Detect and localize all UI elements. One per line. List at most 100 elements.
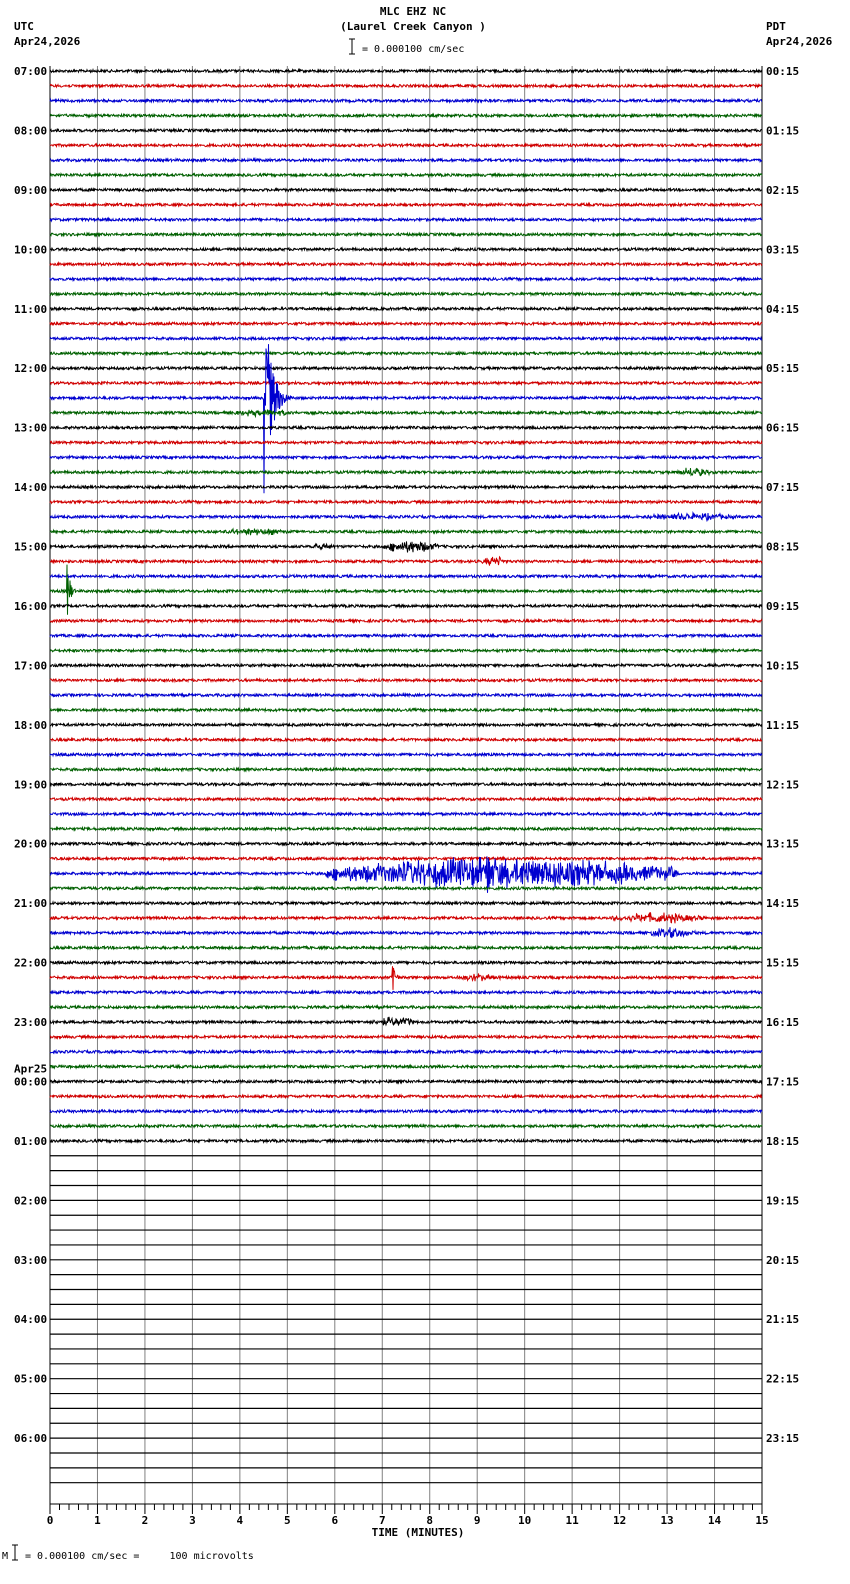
utc-label: 15:00 (14, 541, 47, 554)
trace-13 (49, 260, 763, 268)
x-tick-label: 0 (47, 1514, 54, 1527)
trace-36 (49, 602, 763, 610)
trace-11 (49, 231, 763, 238)
trace-5 (49, 142, 763, 149)
pdt-label: 03:15 (766, 243, 799, 256)
x-tick-label: 9 (474, 1514, 481, 1527)
utc-label: 02:00 (14, 1194, 47, 1207)
trace-6 (49, 156, 763, 164)
pdt-label: 20:15 (766, 1254, 799, 1267)
trace-61 (49, 966, 763, 990)
trace-7 (49, 171, 763, 179)
trace-24 (50, 424, 763, 431)
pdt-label: 14:15 (766, 897, 799, 910)
x-tick-label: 11 (566, 1514, 580, 1527)
utc-label: 01:00 (14, 1135, 47, 1148)
trace-69 (49, 1093, 763, 1100)
utc-date-label: Apr25 (14, 1062, 47, 1075)
utc-label: 00:00 (14, 1075, 47, 1088)
trace-67 (49, 1063, 762, 1070)
x-tick-label: 6 (331, 1514, 338, 1527)
utc-label: 04:00 (14, 1313, 47, 1326)
trace-43 (49, 706, 763, 714)
utc-label: 22:00 (14, 957, 47, 970)
trace-42 (49, 691, 763, 699)
trace-65 (49, 1033, 763, 1041)
trace-38 (49, 632, 763, 639)
right-date: Apr24,2026 (766, 35, 833, 48)
utc-label: 23:00 (14, 1016, 47, 1029)
scale-label: = 0.000100 cm/sec (362, 44, 464, 55)
left-timezone: UTC (14, 20, 34, 33)
utc-label: 21:00 (14, 897, 47, 910)
trace-33 (49, 555, 763, 566)
trace-47 (49, 766, 763, 773)
utc-label: 19:00 (14, 778, 47, 791)
pdt-label: 15:15 (766, 957, 799, 970)
trace-21 (49, 379, 763, 387)
trace-49 (49, 795, 763, 803)
trace-40 (49, 662, 763, 669)
trace-45 (49, 736, 763, 743)
trace-70 (49, 1107, 763, 1115)
trace-72 (49, 1137, 763, 1145)
pdt-label: 17:15 (766, 1075, 799, 1088)
utc-label: 13:00 (14, 422, 47, 435)
trace-20 (50, 364, 763, 372)
trace-9 (49, 201, 762, 208)
x-tick-label: 10 (518, 1514, 531, 1527)
pdt-label: 18:15 (766, 1135, 799, 1148)
utc-label: 05:00 (14, 1373, 47, 1386)
trace-27 (49, 467, 763, 477)
trace-32 (49, 541, 763, 553)
pdt-label: 12:15 (766, 778, 799, 791)
trace-26 (49, 454, 763, 461)
trace-23 (49, 409, 763, 419)
pdt-label: 13:15 (766, 838, 799, 851)
trace-60 (49, 959, 763, 966)
pdt-label: 04:15 (766, 303, 799, 316)
trace-39 (49, 647, 763, 654)
footer-scale-bar-icon (12, 1544, 18, 1561)
pdt-label: 10:15 (766, 659, 799, 672)
x-tick-label: 5 (284, 1514, 291, 1527)
trace-59 (49, 944, 763, 951)
pdt-label: 22:15 (766, 1373, 799, 1386)
trace-68 (49, 1078, 763, 1085)
station-location: (Laurel Creek Canyon ) (340, 20, 486, 33)
utc-label: 17:00 (14, 659, 47, 672)
pdt-label: 00:15 (766, 65, 799, 78)
x-tick-label: 12 (613, 1514, 626, 1527)
trace-66 (49, 1048, 763, 1055)
trace-44 (49, 721, 763, 729)
trace-41 (49, 677, 763, 684)
utc-label: 08:00 (14, 124, 47, 137)
trace-10 (49, 216, 763, 223)
scale-bar-icon (349, 38, 355, 55)
trace-37 (49, 617, 763, 625)
trace-17 (49, 320, 763, 327)
trace-19 (49, 350, 763, 357)
trace-58 (49, 927, 763, 939)
x-tick-label: 4 (237, 1514, 244, 1527)
helicorder-plot: 07:00 08:00 09:00 10:00 11:00 12:00 13:00 14:00… (2, 5, 833, 1562)
pdt-label: 21:15 (766, 1313, 799, 1326)
pdt-label: 07:15 (766, 481, 799, 494)
trace-1 (49, 82, 762, 90)
trace-16 (49, 305, 763, 312)
trace-50 (49, 810, 763, 818)
pdt-label: 11:15 (766, 719, 799, 732)
utc-label: 11:00 (14, 303, 47, 316)
trace-8 (49, 186, 762, 194)
utc-label: 14:00 (14, 481, 47, 494)
trace-0 (49, 67, 763, 75)
trace-71 (49, 1122, 763, 1130)
x-tick-label: 13 (660, 1514, 673, 1527)
trace-48 (49, 781, 763, 788)
trace-57 (49, 912, 763, 924)
x-axis: 0 1 2 3 4 5 6 7 8 9 10 11 12 13 14 15 (47, 1503, 769, 1527)
utc-label: 03:00 (14, 1254, 47, 1267)
utc-label: 18:00 (14, 719, 47, 732)
pdt-label: 23:15 (766, 1432, 799, 1445)
utc-label: 09:00 (14, 184, 47, 197)
